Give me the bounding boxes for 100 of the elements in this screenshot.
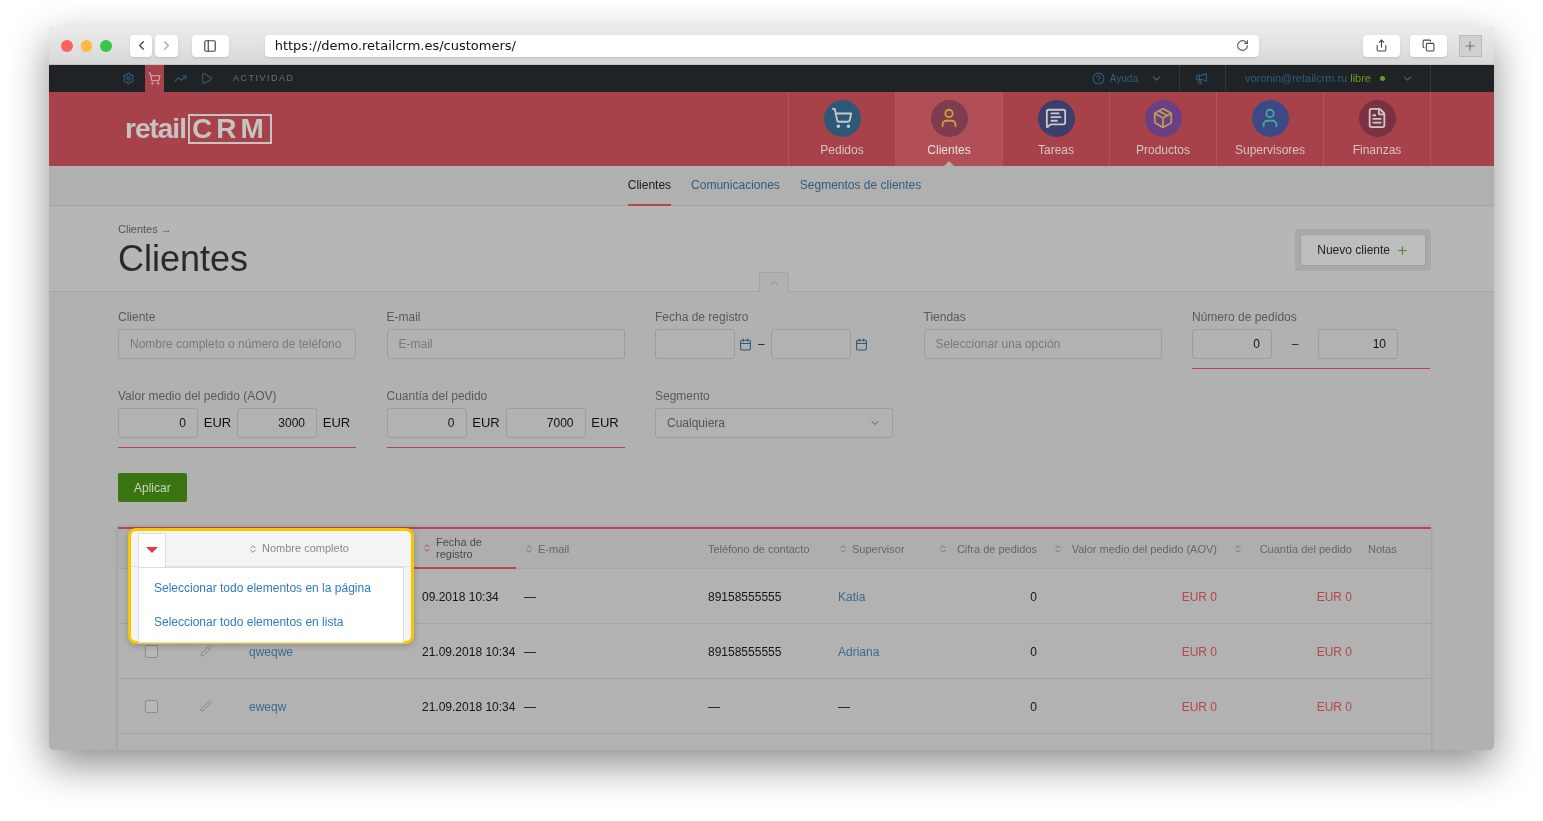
help-link[interactable]: Ayuda (1109, 71, 1138, 86)
tabs-button[interactable] (1409, 34, 1447, 57)
page-title: Clientes (118, 237, 249, 280)
share-button[interactable] (1362, 34, 1400, 57)
sidebar-icon (203, 38, 218, 53)
menu-item[interactable]: Seleccionar todo elementos en lista (139, 605, 403, 639)
sort-icon[interactable] (524, 544, 534, 554)
cart-icon[interactable] (145, 65, 164, 92)
plus-icon (1396, 243, 1409, 257)
caret-icon (146, 547, 158, 553)
url-text: https://demo.retailcrm.es/customers/ (274, 36, 516, 55)
segment-select[interactable]: Cualquiera (655, 408, 893, 438)
input-field[interactable]: Nombre completo o número de teléfono (118, 329, 356, 359)
box-icon (1144, 99, 1182, 137)
edit-icon[interactable] (200, 700, 212, 712)
overlapping-squares-icon (1421, 39, 1435, 52)
column-header[interactable]: Valor medio del pedido (AOV) (1071, 543, 1217, 555)
sidebar-button[interactable] (191, 34, 229, 57)
apply-button[interactable]: Aplicar (118, 473, 187, 502)
breadcrumb[interactable]: Clientes → (118, 221, 249, 238)
number-field[interactable]: 0 (1192, 329, 1272, 359)
nav-tab[interactable]: Finanzas (1324, 92, 1431, 166)
sort-icon[interactable] (248, 543, 258, 554)
table-cell: 0 (1030, 590, 1037, 604)
calendar-icon[interactable] (854, 337, 868, 351)
person-icon (930, 99, 968, 137)
user-email[interactable]: voronin@retailcrm.ru (1244, 70, 1348, 87)
document-icon (1358, 99, 1396, 137)
back-button[interactable] (130, 34, 153, 57)
currency-label: EUR (471, 414, 501, 433)
person-icon (1251, 99, 1289, 137)
table-cell: EUR 0 (1181, 700, 1217, 714)
table-cell: EUR 0 (1316, 700, 1352, 714)
table-cell: EUR 0 (1316, 590, 1352, 604)
customer-name-link[interactable]: qweqwe (249, 645, 294, 659)
number-field[interactable]: 10 (1318, 329, 1398, 359)
sub-nav-tab[interactable]: Comunicaciones (691, 166, 780, 206)
table-cell: 89158555555 (708, 590, 782, 604)
table-cell: 0 (1030, 700, 1037, 714)
zoom-window-icon[interactable] (100, 39, 112, 52)
supervisor-link[interactable]: Katia (838, 590, 866, 604)
table-cell: 0 (1030, 645, 1037, 659)
collapse-tab[interactable] (759, 272, 789, 292)
megaphone-icon[interactable] (1193, 72, 1209, 85)
sort-icon[interactable] (938, 544, 948, 554)
cart-icon (823, 99, 861, 137)
nav-tab[interactable]: Productos (1110, 92, 1217, 166)
field-label: Número de pedidos (1192, 310, 1298, 324)
address-bar[interactable]: https://demo.retailcrm.es/customers/ (264, 34, 1259, 57)
column-header: Notas (1368, 543, 1397, 555)
amount-field[interactable]: 3000 (237, 408, 317, 438)
supervisor-link[interactable]: — (838, 700, 850, 714)
column-header[interactable]: Supervisor (852, 543, 905, 555)
sort-icon[interactable] (422, 543, 432, 553)
column-header[interactable]: Cuantía del pedido (1259, 543, 1352, 555)
field-label: E-mail (386, 310, 422, 324)
customer-name-link[interactable]: eweqw (249, 700, 287, 714)
table-cell: 21.09.2018 10:34 (422, 700, 516, 714)
section-label: ACTIVIDAD (233, 71, 295, 85)
nav-tab[interactable]: Clientes (896, 92, 1003, 166)
checkbox[interactable] (145, 644, 158, 658)
amount-field[interactable]: 0 (386, 408, 467, 438)
select-all-dropdown[interactable] (138, 532, 166, 567)
supervisor-link[interactable]: Adriana (838, 645, 880, 659)
sub-nav-tab[interactable]: Segmentos de clientes (799, 166, 922, 206)
table-cell: 21.09.2018 10:34 (422, 645, 516, 659)
reload-icon[interactable] (1235, 39, 1249, 52)
menu-item[interactable]: Seleccionar todo elementos en la página (139, 571, 403, 605)
edit-icon[interactable] (200, 645, 212, 657)
amount-field[interactable]: 0 (118, 408, 198, 438)
help-icon[interactable] (1091, 72, 1105, 85)
sort-icon[interactable] (838, 544, 848, 554)
column-header[interactable]: Nombre completo (262, 540, 349, 557)
user-status: libre (1350, 71, 1371, 87)
column-header[interactable]: Cifra de pedidos (956, 543, 1037, 555)
nav-tab[interactable]: Tareas (1003, 92, 1110, 166)
minimize-window-icon[interactable] (80, 39, 93, 52)
logo[interactable]: retail CRM (125, 108, 272, 150)
input-field[interactable]: Seleccionar una opción (923, 329, 1162, 359)
chat-list-icon (1037, 99, 1075, 137)
checkbox[interactable] (145, 699, 158, 713)
table-cell: — (524, 645, 536, 659)
new-customer-button[interactable]: Nuevo cliente (1300, 234, 1426, 266)
column-header[interactable]: E-mail (538, 543, 570, 555)
range-separator: – (758, 336, 765, 353)
close-window-icon[interactable] (61, 39, 73, 52)
currency-label: EUR (202, 414, 233, 433)
field-label: Cuantía del pedido (386, 389, 489, 403)
sort-icon[interactable] (1233, 544, 1243, 554)
forward-button[interactable] (155, 34, 178, 57)
plus-icon (1463, 38, 1478, 53)
input-field[interactable]: E-mail (386, 329, 625, 359)
nav-tab[interactable]: Supervisores (1217, 92, 1324, 166)
amount-field[interactable]: 7000 (505, 408, 586, 438)
calendar-icon[interactable] (739, 337, 752, 351)
new-tab-button[interactable] (1458, 34, 1482, 57)
sort-icon[interactable] (1053, 544, 1063, 554)
table-cell: — (524, 700, 536, 714)
column-header[interactable]: Fecha de registro (436, 536, 508, 560)
field-label: Cliente (118, 310, 157, 324)
